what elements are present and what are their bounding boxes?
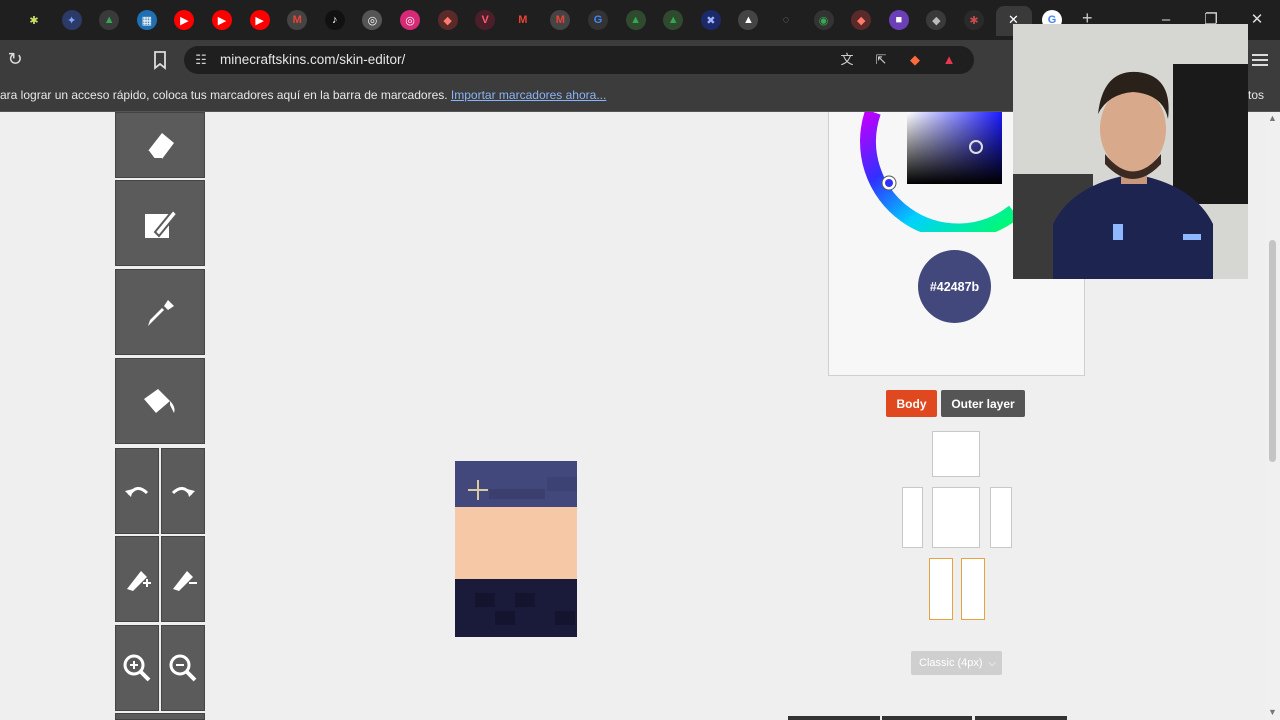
triangle-tab-icon[interactable]: ▲ [738, 10, 759, 30]
brush-tool[interactable] [115, 180, 205, 266]
canvas-pixels-skin [455, 507, 577, 579]
bookmark-icon[interactable] [150, 49, 170, 71]
canvas-pixels-pants [455, 579, 577, 637]
address-bar[interactable]: ☷ minecraftskins.com/skin-editor/ 文 ⇱ ◆ … [184, 46, 974, 74]
body-layer-button[interactable]: Body [886, 390, 937, 417]
current-color-swatch[interactable]: #42487b [918, 250, 991, 323]
canvas-pixels-shirt-shade [547, 477, 577, 491]
part-right-arm[interactable] [902, 487, 923, 548]
youtube-tab-icon[interactable]: ▶ [249, 10, 270, 30]
zoom-out-icon [169, 654, 197, 682]
chevron-down-icon: ⌵ [988, 657, 996, 669]
bottom-panel-tab[interactable] [788, 716, 880, 720]
scroll-down-icon[interactable]: ▼ [1268, 708, 1277, 717]
url-text[interactable]: minecraftskins.com/skin-editor/ [220, 52, 405, 67]
eraser-tool[interactable] [115, 112, 205, 178]
outer-layer-button[interactable]: Outer layer [941, 390, 1025, 417]
darken-tool[interactable] [161, 536, 205, 622]
undo-button[interactable] [115, 448, 159, 534]
part-torso[interactable] [932, 487, 980, 548]
zoom-in-icon [123, 654, 151, 682]
lighten-icon [127, 571, 151, 591]
share-icon[interactable]: ⇱ [872, 51, 890, 69]
site-settings-icon[interactable]: ☷ [192, 51, 210, 69]
canvas-pixels-pants-shade [495, 611, 515, 625]
loading-tab-icon[interactable]: ◌ [776, 10, 796, 30]
crosshair-cursor-icon [468, 480, 488, 500]
part-left-leg[interactable] [961, 558, 985, 620]
puzzle-tab-icon[interactable]: ✱ [964, 10, 984, 30]
menu-icon[interactable] [1248, 48, 1272, 72]
model-select-value: Classic (4px) [919, 657, 983, 669]
color-picker-tool[interactable] [115, 269, 205, 355]
part-right-leg[interactable] [929, 558, 953, 620]
drive-tab-icon[interactable]: ▲ [99, 10, 120, 30]
globe-tab-icon[interactable]: ◎ [362, 10, 383, 30]
canvas-pixels-pants-shade [475, 593, 495, 607]
scroll-thumb[interactable] [1269, 240, 1276, 462]
zoom-in-button[interactable] [115, 625, 159, 711]
youtube-tab-icon[interactable]: ▶ [174, 10, 195, 30]
bookmarks-hint-text: ara lograr un acceso rápido, coloca tus … [0, 88, 448, 102]
gmail-tab-icon[interactable]: M [550, 10, 571, 30]
zoom-out-button[interactable] [161, 625, 205, 711]
puzzle-tab-icon[interactable]: ✱ [24, 10, 44, 30]
eyedropper-icon [148, 300, 174, 326]
canvas-pixels-pants-shade [555, 611, 575, 625]
shield-tab-icon[interactable]: ◆ [926, 10, 947, 30]
redo-icon [171, 487, 195, 497]
shield-tab-icon[interactable]: ◆ [437, 10, 458, 30]
google-tab-icon[interactable]: G [588, 10, 608, 30]
vivaldi-tab-icon[interactable]: V [475, 10, 496, 30]
darken-icon [173, 571, 197, 591]
maps-tab-icon[interactable]: ◉ [813, 10, 834, 30]
undo-icon [125, 487, 149, 497]
next-tool-partial[interactable] [115, 713, 205, 720]
part-left-arm[interactable] [990, 487, 1012, 548]
brave-shield-icon[interactable]: ◆ [906, 51, 924, 69]
webcam-person-image [1013, 24, 1248, 279]
bookmarks-hint: ara lograr un acceso rápido, coloca tus … [0, 88, 606, 102]
grid-tab-icon[interactable]: ▦ [136, 10, 157, 30]
other-bookmarks-label[interactable]: tos [1248, 88, 1264, 102]
shield-tab-icon[interactable]: ◆ [851, 10, 872, 30]
bottom-panel-tab[interactable] [975, 716, 1067, 720]
drive-tab-icon[interactable]: ▲ [625, 10, 646, 30]
tiktok-tab-icon[interactable]: ♪ [324, 10, 345, 30]
brush-icon [145, 208, 179, 238]
youtube-tab-icon[interactable]: ▶ [212, 10, 232, 30]
model-select[interactable]: Classic (4px) ⌵ [911, 651, 1002, 675]
part-head[interactable] [932, 431, 980, 477]
canvas-pixels-pants-shade [515, 593, 535, 607]
bottom-panel-tab[interactable] [882, 716, 972, 720]
gmail-tab-icon[interactable]: M [287, 10, 308, 30]
redo-button[interactable] [161, 448, 205, 534]
import-bookmarks-link[interactable]: Importar marcadores ahora... [451, 88, 606, 102]
paint-bucket-icon [144, 389, 175, 413]
translate-icon[interactable]: 文 [838, 51, 856, 69]
twitch-tab-icon[interactable]: ■ [888, 10, 909, 30]
gmail-tab-icon[interactable]: M [512, 10, 533, 30]
brave-rewards-icon[interactable]: ▲ [940, 51, 958, 69]
x-tab-icon[interactable]: ✖ [700, 10, 721, 30]
reload-icon[interactable]: ↻ [4, 48, 26, 70]
scroll-up-icon[interactable]: ▲ [1268, 114, 1277, 123]
canvas-pixels-shirt-shade [489, 489, 545, 499]
instagram-tab-icon[interactable]: ◎ [400, 10, 420, 30]
webcam-overlay [1013, 24, 1248, 279]
eraser-icon [147, 133, 174, 160]
page-scrollbar[interactable]: ▲ ▼ [1265, 112, 1280, 720]
star-tab-icon[interactable]: ✦ [61, 10, 82, 30]
drive-tab-icon[interactable]: ▲ [663, 10, 684, 30]
lighten-tool[interactable] [115, 536, 159, 622]
bucket-tool[interactable] [115, 358, 205, 444]
